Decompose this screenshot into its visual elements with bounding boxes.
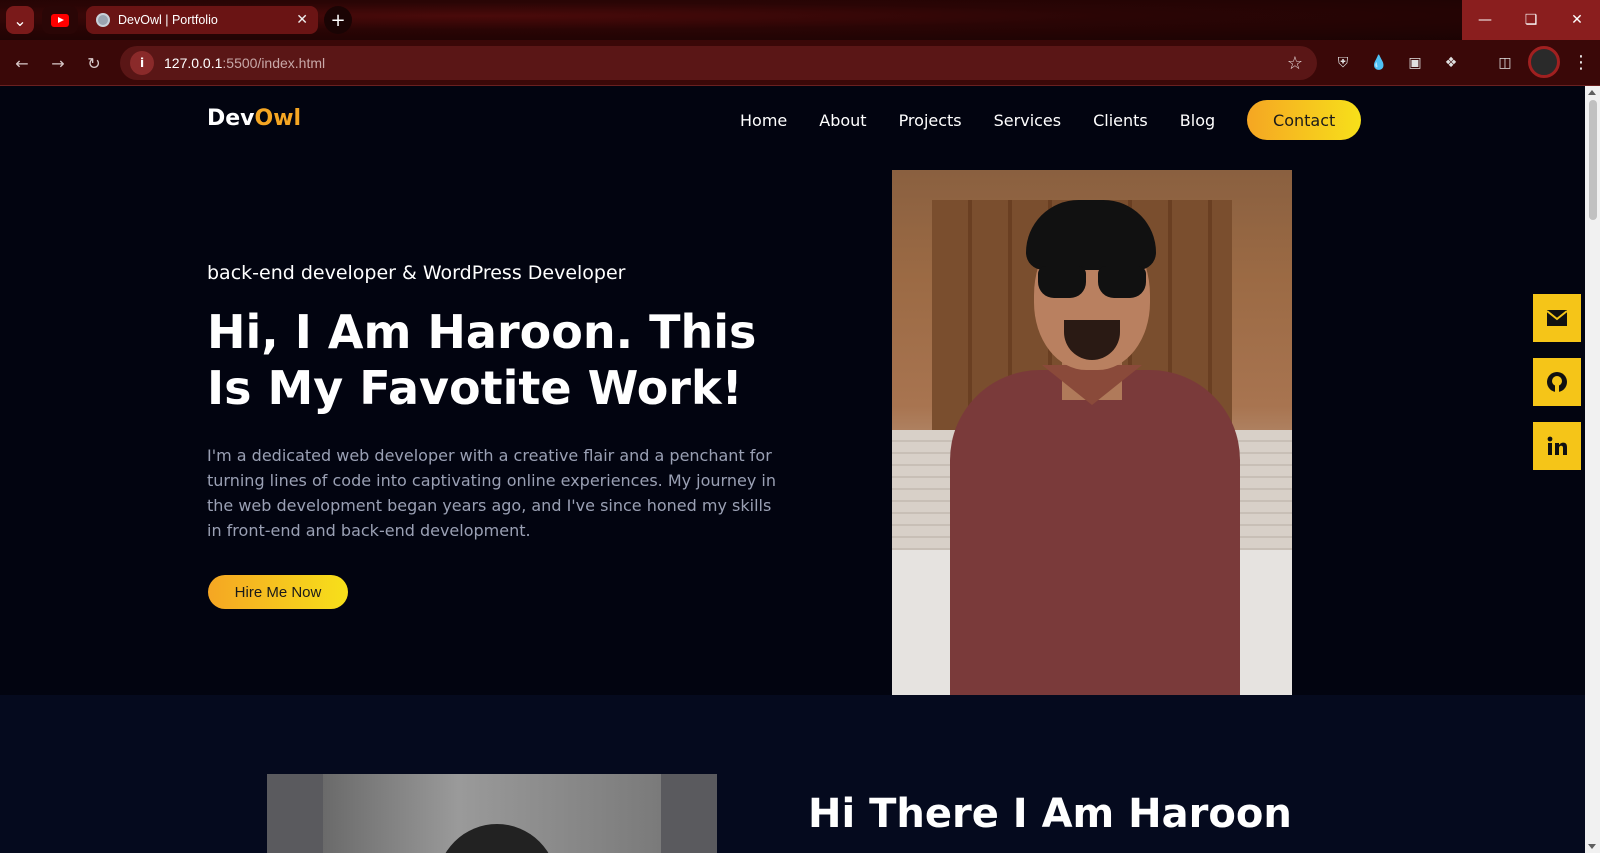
nav-home[interactable]: Home bbox=[740, 111, 787, 130]
nav-clients[interactable]: Clients bbox=[1093, 111, 1148, 130]
restore-button[interactable]: ❏ bbox=[1508, 0, 1554, 40]
address-bar[interactable]: i 127.0.0.1:5500/index.html ☆ bbox=[120, 46, 1317, 80]
profile-avatar[interactable] bbox=[1528, 46, 1560, 78]
puzzle-extensions-icon[interactable]: ❖ bbox=[1441, 53, 1461, 73]
minimize-button[interactable]: — bbox=[1462, 0, 1508, 40]
reload-button[interactable]: ↻ bbox=[80, 49, 108, 77]
site-logo[interactable]: DevOwl bbox=[207, 106, 301, 131]
active-tab[interactable]: DevOwl | Portfolio ✕ bbox=[86, 6, 318, 34]
close-tab-icon[interactable]: ✕ bbox=[296, 12, 308, 28]
scroll-thumb[interactable] bbox=[1589, 100, 1597, 220]
hire-me-button[interactable]: Hire Me Now bbox=[208, 575, 348, 609]
contact-button[interactable]: Contact bbox=[1247, 100, 1362, 140]
side-panel-icon[interactable]: ◫ bbox=[1495, 53, 1515, 73]
hero-portrait bbox=[892, 170, 1292, 695]
shield-extension-icon[interactable]: ⛨ bbox=[1333, 53, 1353, 73]
linkedin-link[interactable] bbox=[1533, 422, 1581, 470]
hero-tagline: back-end developer & WordPress Developer bbox=[207, 262, 626, 284]
github-link[interactable] bbox=[1533, 358, 1581, 406]
scroll-down-arrow[interactable] bbox=[1588, 844, 1596, 849]
drop-extension-icon[interactable]: 💧 bbox=[1369, 53, 1389, 73]
linkedin-icon bbox=[1547, 436, 1567, 455]
forward-button[interactable]: → bbox=[44, 49, 72, 77]
globe-icon bbox=[96, 13, 110, 27]
youtube-tab[interactable] bbox=[42, 6, 78, 34]
about-section: Hi There I Am Haroon bbox=[0, 695, 1585, 853]
nav-about[interactable]: About bbox=[819, 111, 866, 130]
nav-services[interactable]: Services bbox=[994, 111, 1061, 130]
hero-headline: Hi, I Am Haroon. This Is My Favotite Wor… bbox=[207, 305, 757, 415]
youtube-icon bbox=[51, 13, 69, 27]
bookmark-star-icon[interactable]: ☆ bbox=[1287, 53, 1303, 74]
nav-blog[interactable]: Blog bbox=[1180, 111, 1215, 130]
note-extension-icon[interactable]: ▣ bbox=[1405, 53, 1425, 73]
browser-tab-bar: ⌄ DevOwl | Portfolio ✕ + — ❏ ✕ bbox=[0, 0, 1600, 40]
chevron-down-icon: ⌄ bbox=[13, 10, 27, 30]
browser-toolbar: ← → ↻ i 127.0.0.1:5500/index.html ☆ ⛨ 💧 … bbox=[0, 40, 1600, 86]
close-window-button[interactable]: ✕ bbox=[1554, 0, 1600, 40]
main-nav: Home About Projects Services Clients Blo… bbox=[740, 100, 1362, 140]
nav-projects[interactable]: Projects bbox=[899, 111, 962, 130]
site-info-icon[interactable]: i bbox=[130, 51, 154, 75]
tab-title: DevOwl | Portfolio bbox=[118, 13, 218, 27]
new-tab-button[interactable]: + bbox=[324, 6, 352, 34]
window-controls: — ❏ ✕ bbox=[1462, 0, 1600, 40]
url-text: 127.0.0.1:5500/index.html bbox=[164, 55, 326, 71]
page-viewport: DevOwl Home About Projects Services Clie… bbox=[0, 86, 1585, 853]
about-title: Hi There I Am Haroon bbox=[808, 791, 1292, 837]
mail-icon bbox=[1546, 310, 1568, 326]
about-portrait bbox=[267, 774, 717, 853]
scroll-up-arrow[interactable] bbox=[1588, 90, 1596, 95]
back-button[interactable]: ← bbox=[8, 49, 36, 77]
browser-menu-icon[interactable]: ⋮ bbox=[1572, 52, 1590, 73]
hero-description: I'm a dedicated web developer with a cre… bbox=[207, 446, 776, 540]
page-scrollbar[interactable] bbox=[1585, 86, 1600, 853]
github-icon bbox=[1547, 372, 1567, 392]
mail-link[interactable] bbox=[1533, 294, 1581, 342]
tab-search-button[interactable]: ⌄ bbox=[6, 6, 34, 34]
